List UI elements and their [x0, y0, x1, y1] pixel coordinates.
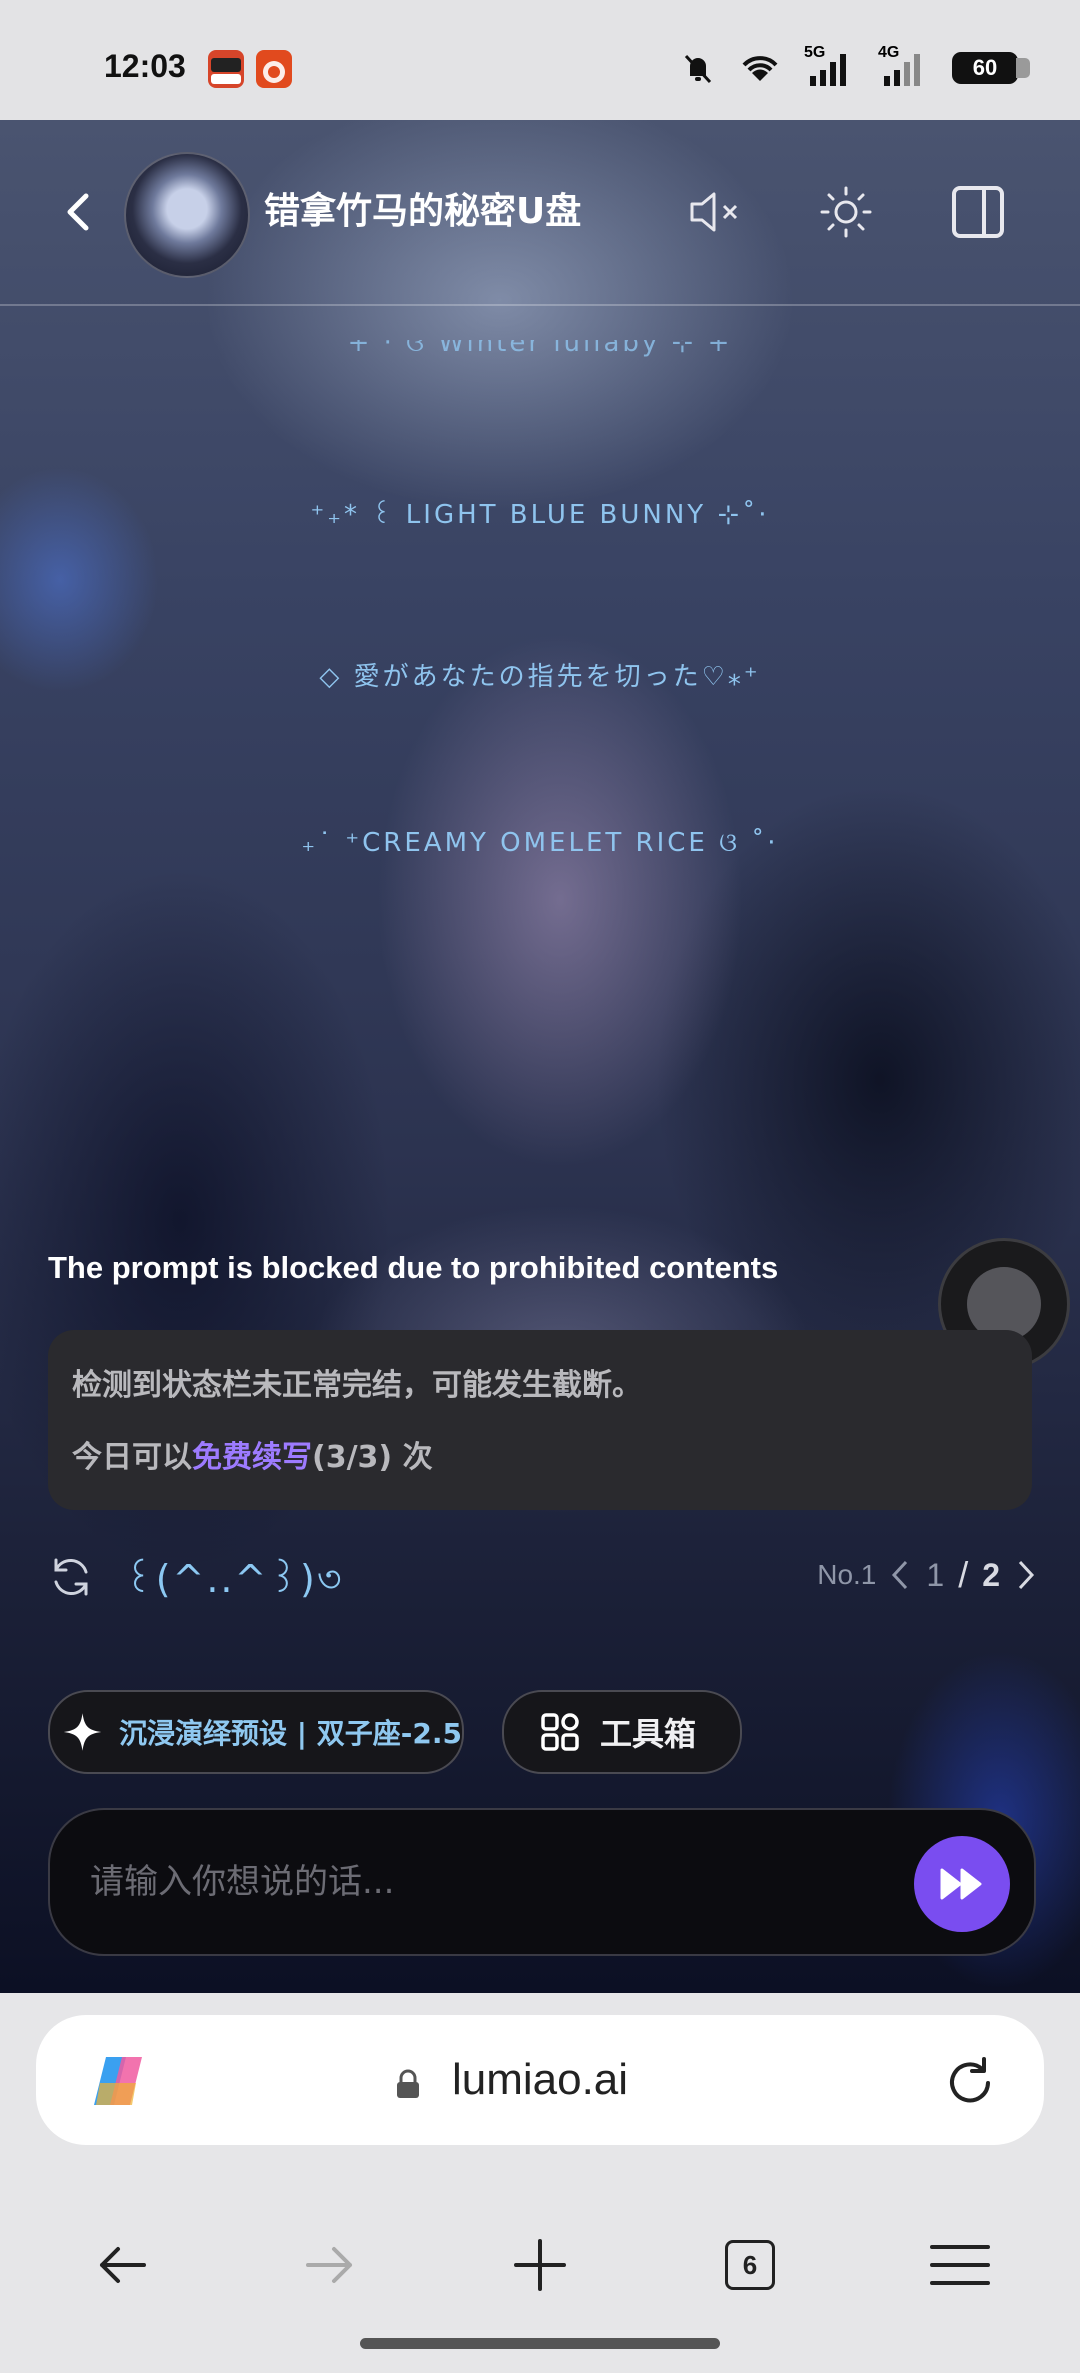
decoration-line: + · ଓ Winter lullaby ⊹ + [347, 328, 733, 358]
tabs-button[interactable]: 6 [718, 2233, 782, 2297]
reload-icon[interactable] [942, 2055, 998, 2111]
browser-back-button[interactable] [90, 2233, 154, 2297]
back-arrow-icon[interactable] [58, 190, 102, 234]
character-avatar[interactable] [124, 152, 250, 278]
mute-bell-icon [684, 54, 712, 84]
notice-text: 检测到状态栏未正常完结，可能发生截断。 [72, 1368, 642, 1403]
plus-icon [514, 2239, 566, 2291]
browser-chrome: lumiao.ai 6 [0, 1993, 1080, 2373]
hamburger-menu-icon [930, 2245, 990, 2285]
message-input-box [48, 1808, 1036, 1956]
next-page-icon[interactable] [1014, 1558, 1036, 1592]
character-name: 错拿竹马的秘密U盘 [264, 191, 582, 232]
decoration-line: ◇ 愛があなたの指先を切った♡⁎⁺ [319, 662, 761, 692]
tab-count: 6 [725, 2240, 775, 2290]
fast-forward-icon [940, 1868, 982, 1900]
arrow-right-icon [306, 2247, 352, 2283]
new-tab-button[interactable] [508, 2233, 572, 2297]
notification-app-icon [256, 50, 292, 88]
address-bar[interactable]: lumiao.ai [36, 2015, 1044, 2145]
decoration-line: ₊˙ ⁺CREAMY OMELET RICE ଓ ˚· [301, 828, 779, 858]
truncation-notice: 检测到状态栏未正常完结，可能发生截断。 今日可以免费续写(3/3) 次 [48, 1330, 1032, 1510]
browser-forward-button[interactable] [298, 2233, 362, 2297]
pager-label: No.1 [817, 1559, 877, 1590]
battery-indicator: 60 [952, 52, 1030, 84]
message-input[interactable] [88, 1846, 872, 1918]
preset-selector-button[interactable]: 沉浸演绎预设 | 双子座-2.5 [48, 1690, 464, 1774]
home-indicator[interactable] [360, 2338, 720, 2349]
free-continue-link[interactable]: 免费续写 [192, 1440, 312, 1475]
signal-5g-icon: 5G [804, 44, 856, 86]
browser-nav-bar: 6 [0, 2213, 1080, 2313]
browser-menu-button[interactable] [928, 2233, 992, 2297]
status-time: 12:03 [104, 48, 186, 84]
wifi-icon [742, 56, 778, 81]
url-text: lumiao.ai [451, 2055, 629, 2104]
pager-separator: / [958, 1554, 969, 1595]
status-bar: 12:03 5G 4G 60 [0, 0, 1080, 120]
chat-header: 错拿竹马的秘密U盘 [0, 120, 1080, 306]
brightness-icon[interactable] [816, 182, 876, 242]
chat-page: 错拿竹马的秘密U盘 + · ଓ Winter lullaby ⊹ + ⁺₊* ꒰… [0, 120, 1080, 1993]
message-pager: No.1 1 / 2 [817, 1554, 1036, 1596]
regenerate-icon[interactable] [48, 1554, 94, 1600]
message-actions: ꒰(^..^꒱)৩ No.1 1 / 2 [0, 1532, 1080, 1622]
arrow-left-icon [100, 2247, 146, 2283]
notification-app-icon [208, 50, 244, 88]
side-panel-icon[interactable] [948, 182, 1008, 242]
kaomoji-text: ꒰(^..^꒱)৩ [124, 1557, 344, 1601]
sound-muted-icon[interactable] [684, 182, 744, 242]
blocked-message: The prompt is blocked due to prohibited … [48, 1250, 779, 1285]
grid-icon [541, 1713, 579, 1751]
pager-total: 2 [982, 1556, 1000, 1593]
signal-4g-icon: 4G [878, 44, 930, 86]
prev-page-icon[interactable] [890, 1558, 912, 1592]
sparkle-icon [63, 1713, 102, 1751]
free-continue-text: 今日可以免费续写(3/3) 次 [72, 1440, 433, 1475]
toolbox-label: 工具箱 [600, 1715, 697, 1753]
pager-current: 1 [926, 1556, 945, 1593]
send-button[interactable] [914, 1836, 1010, 1932]
decoration-line: ⁺₊* ꒰ LIGHT BLUE BUNNY ⊹˚· [310, 500, 770, 530]
toolbox-button[interactable]: 工具箱 [502, 1690, 742, 1774]
preset-label: 沉浸演绎预设 | 双子座-2.5 [119, 1717, 462, 1750]
